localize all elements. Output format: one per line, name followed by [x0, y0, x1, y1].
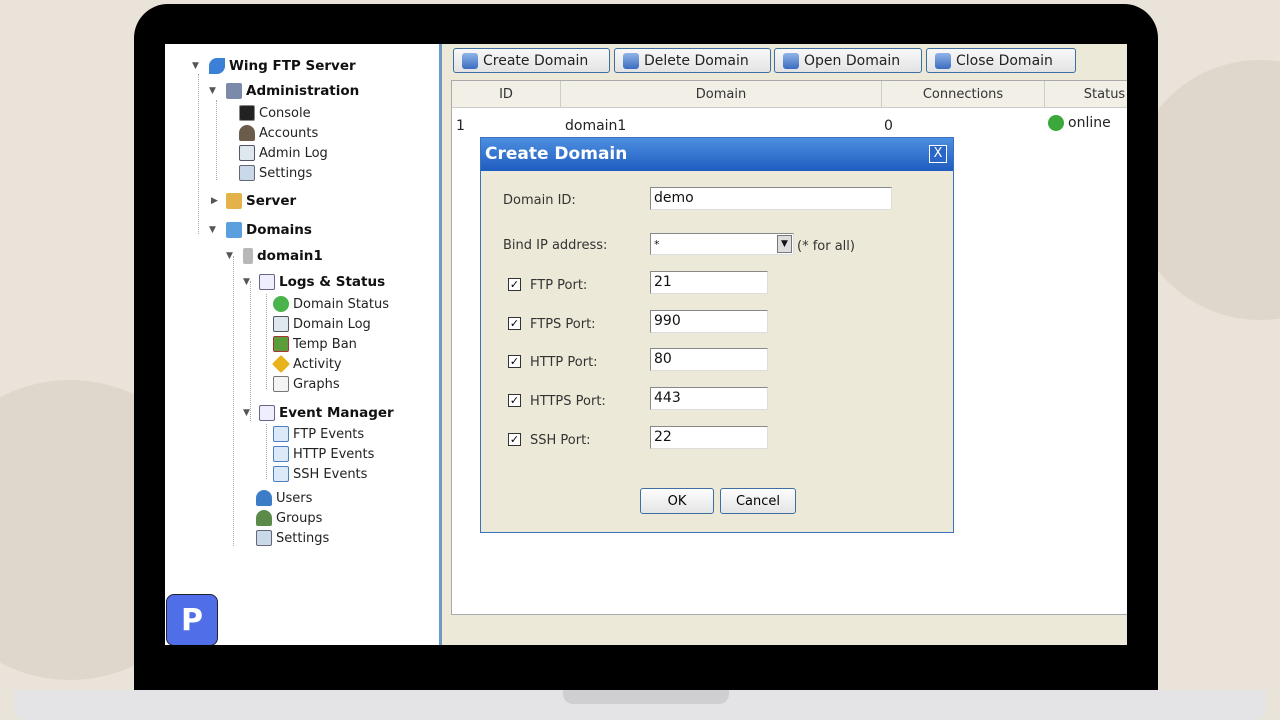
tree-accounts[interactable]: Accounts [239, 125, 318, 141]
wing-icon [209, 58, 225, 74]
column-header-status[interactable]: Status [1045, 81, 1127, 108]
port-label: FTPS Port: [530, 316, 596, 332]
tree-domain-log[interactable]: Domain Log [273, 316, 371, 332]
chevron-down-icon[interactable]: ▼ [777, 235, 792, 253]
tree-temp-ban[interactable]: Temp Ban [273, 336, 357, 352]
create-domain-dialog: Create Domain X Domain ID: demo Bind IP … [480, 137, 954, 533]
domain-id-label: Domain ID: [503, 193, 576, 208]
port-input[interactable]: 22 [650, 425, 768, 449]
tree-domains[interactable]: Domains [226, 222, 312, 238]
port-checkbox[interactable]: ✓ [508, 432, 521, 446]
tree-users[interactable]: Users [256, 490, 312, 506]
cell-id[interactable]: 1 [456, 118, 465, 134]
column-header-id[interactable]: ID [452, 81, 561, 108]
activity-icon [271, 354, 291, 374]
port-checkbox[interactable]: ✓ [508, 394, 521, 408]
console-icon [239, 105, 255, 121]
port-input[interactable]: 990 [650, 309, 768, 333]
tree-admin-settings[interactable]: Settings [239, 165, 312, 181]
graph-icon [273, 376, 289, 392]
account-icon [239, 125, 255, 141]
tree-root[interactable]: Wing FTP Server [209, 58, 356, 74]
tree-ftp-events[interactable]: FTP Events [273, 426, 364, 442]
tree-groups[interactable]: Groups [256, 510, 322, 526]
log-icon [239, 145, 255, 161]
online-icon [1048, 115, 1064, 131]
tree-ssh-events[interactable]: SSH Events [273, 466, 367, 482]
tree-administration[interactable]: Administration [226, 83, 359, 99]
port-checkbox[interactable]: ✓ [508, 355, 521, 369]
ban-icon [273, 336, 289, 352]
sidebar-tree: ▼ Wing FTP Server ▼ Administration Conso… [165, 44, 442, 645]
column-header-domain[interactable]: Domain [561, 81, 882, 108]
screen: ▼ Wing FTP Server ▼ Administration Conso… [165, 44, 1127, 645]
port-input[interactable]: 443 [650, 387, 768, 411]
tree-domain-status[interactable]: Domain Status [273, 296, 389, 312]
open-domain-icon [783, 52, 799, 69]
port-checkbox[interactable]: ✓ [508, 316, 521, 330]
port-label: SSH Port: [530, 432, 591, 448]
tree-admin-log[interactable]: Admin Log [239, 145, 328, 161]
ok-button[interactable]: OK [640, 488, 714, 514]
tree-domain-settings[interactable]: Settings [256, 530, 329, 546]
tree-graphs[interactable]: Graphs [273, 376, 340, 392]
domains-icon [226, 222, 242, 238]
event-icon [273, 426, 289, 442]
bind-ip-label: Bind IP address: [503, 238, 608, 253]
create-domain-icon [462, 52, 478, 69]
port-label: FTP Port: [530, 278, 588, 293]
tree-event-manager[interactable]: Event Manager [259, 405, 394, 421]
list-icon [259, 274, 275, 290]
column-header-connections[interactable]: Connections [882, 81, 1045, 108]
domain-server-icon [243, 248, 253, 264]
create-domain-button[interactable]: Create Domain [453, 48, 610, 73]
admin-icon [226, 83, 242, 99]
group-icon [256, 510, 272, 526]
cancel-button[interactable]: Cancel [720, 488, 796, 514]
close-domain-button[interactable]: Close Domain [926, 48, 1076, 73]
pc-logo: P [166, 594, 218, 645]
settings-icon [239, 165, 255, 181]
cell-status[interactable]: online [1048, 115, 1111, 131]
domain-id-input[interactable]: demo [650, 187, 892, 210]
tree-activity[interactable]: Activity [271, 354, 342, 374]
port-label: HTTP Port: [530, 355, 598, 371]
laptop-notch [563, 690, 729, 704]
status-check-icon [273, 296, 289, 312]
port-input[interactable]: 21 [650, 271, 768, 294]
list-icon [259, 405, 275, 421]
log-icon [273, 316, 289, 332]
bind-ip-hint: (* for all) [797, 239, 855, 254]
bind-ip-select[interactable]: * ▼ [650, 233, 794, 255]
tree-http-events[interactable]: HTTP Events [273, 446, 374, 462]
tree-server[interactable]: Server [226, 193, 296, 209]
dialog-close-button[interactable]: X [929, 145, 947, 163]
cell-connections[interactable]: 0 [884, 118, 893, 134]
dialog-title: Create Domain [481, 138, 953, 171]
user-icon [256, 490, 272, 506]
tree-logs-status[interactable]: Logs & Status [259, 274, 385, 290]
delete-domain-icon [623, 52, 639, 69]
cell-domain[interactable]: domain1 [565, 118, 626, 134]
close-domain-icon [935, 52, 951, 69]
event-icon [273, 446, 289, 462]
port-input[interactable]: 80 [650, 348, 768, 372]
port-label: HTTPS Port: [530, 394, 606, 410]
settings-icon [256, 530, 272, 546]
delete-domain-button[interactable]: Delete Domain [614, 48, 771, 73]
server-icon [226, 193, 242, 209]
port-checkbox[interactable]: ✓ [508, 278, 521, 291]
tree-domain1[interactable]: domain1 [243, 248, 323, 264]
event-icon [273, 466, 289, 482]
open-domain-button[interactable]: Open Domain [774, 48, 922, 73]
tree-console[interactable]: Console [239, 105, 311, 121]
